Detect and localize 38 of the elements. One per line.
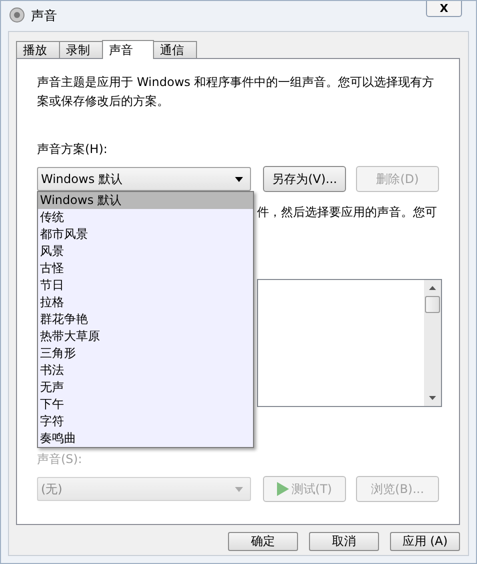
save-as-button[interactable]: 另存为(V)... xyxy=(263,166,346,192)
dropdown-option[interactable]: 都市风景 xyxy=(38,226,253,243)
dialog-button[interactable]: 确定 xyxy=(228,532,298,551)
dropdown-option[interactable]: 书法 xyxy=(38,362,253,379)
caret-icon xyxy=(235,176,244,182)
dropdown-option[interactable]: 群花争艳 xyxy=(38,311,253,328)
dropdown-option[interactable]: 三角形 xyxy=(38,345,253,362)
scroll-thumb[interactable] xyxy=(425,296,440,313)
dialog-button[interactable]: 应用 (A) xyxy=(390,532,460,551)
tab[interactable]: 通信 xyxy=(153,41,197,58)
dropdown-option[interactable]: 热带大草原 xyxy=(38,328,253,345)
instruction-text: 件，然后选择要应用的声音。您可 xyxy=(257,204,438,221)
scheme-label: 声音方案(H): xyxy=(37,141,108,158)
caret-icon xyxy=(235,486,244,492)
scroll-down-arrow-icon[interactable] xyxy=(429,396,436,400)
dialog-button[interactable]: 取消 xyxy=(309,532,379,551)
scrollbar[interactable] xyxy=(424,280,441,406)
events-list[interactable] xyxy=(257,279,442,407)
tab[interactable]: 播放 xyxy=(16,41,60,58)
close-button[interactable]: X xyxy=(426,1,462,17)
dropdown-option[interactable]: 传统 xyxy=(38,209,253,226)
window-title: 声音 xyxy=(31,8,57,25)
dropdown-option[interactable]: 字符 xyxy=(38,413,253,430)
tab[interactable]: 声音 xyxy=(102,40,154,59)
dropdown-option[interactable]: 奏鸣曲 xyxy=(38,430,253,447)
description-text: 声音主题是应用于 Windows 和程序事件中的一组声音。您可以选择现有方案或保存修改后的方案。 xyxy=(37,74,436,110)
play-icon xyxy=(277,482,290,496)
dropdown-option[interactable]: Windows 默认 xyxy=(38,192,253,209)
tab[interactable]: 录制 xyxy=(59,41,103,58)
scheme-dropdown[interactable]: Windows 默认 xyxy=(37,167,252,191)
scroll-up-arrow-icon[interactable] xyxy=(429,286,436,290)
dropdown-option[interactable]: 风景 xyxy=(38,243,253,260)
dropdown-option[interactable]: 无声 xyxy=(38,379,253,396)
dropdown-option[interactable]: 下午 xyxy=(38,396,253,413)
dropdown-option[interactable]: 古怪 xyxy=(38,260,253,277)
sound-label: 声音(S): xyxy=(37,451,84,468)
dropdown-option[interactable]: 节日 xyxy=(38,277,253,294)
dropdown-option[interactable]: 拉格 xyxy=(38,294,253,311)
